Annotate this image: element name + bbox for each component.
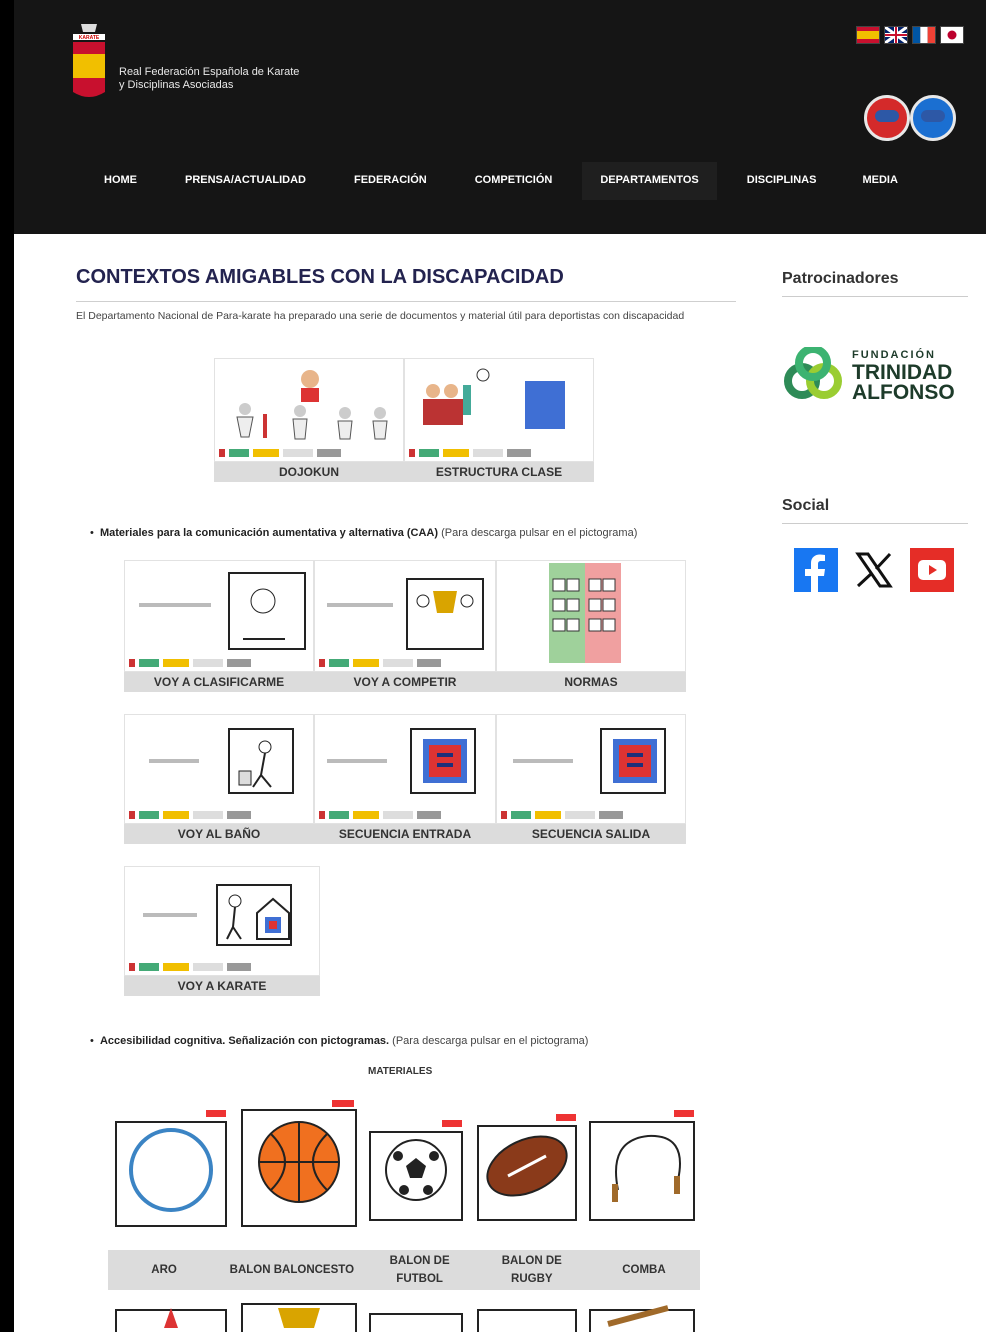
voy-al-bano-pictogram[interactable]	[124, 714, 314, 824]
nav-media[interactable]: MEDIA	[844, 162, 915, 200]
rfek-crest-logo[interactable]: KARATE	[69, 22, 109, 102]
sponsors-title: Patrocinadores	[782, 270, 968, 297]
federation-name-line1: Real Federación Española de Karate	[119, 66, 300, 78]
social-title: Social	[782, 497, 968, 524]
nav-disciplinas[interactable]: DISCIPLINAS	[729, 162, 835, 200]
balon-baloncesto-pictogram[interactable]	[241, 1100, 357, 1227]
secuencia-entrada-pictogram[interactable]	[314, 714, 496, 824]
top-cards: DOJOKUN ESTRUCTURA CLASE	[214, 358, 594, 482]
nav-prensa[interactable]: PRENSA/ACTUALIDAD	[167, 162, 324, 200]
accesibilidad-bullet-title: Accesibilidad cognitiva. Señalización co…	[99, 1035, 390, 1047]
voy-a-clasificarme-pictogram[interactable]	[124, 560, 314, 672]
page-title: CONTEXTOS AMIGABLES CON LA DISCAPACIDAD	[76, 266, 736, 302]
logos-strip	[129, 963, 315, 973]
materiales-subtitle: MATERIALES	[368, 1066, 433, 1077]
nav-competicion[interactable]: COMPETICIÓN	[457, 162, 571, 200]
secuencia-salida-pictogram[interactable]	[496, 714, 686, 824]
bullet-dot: •	[90, 1035, 100, 1047]
normas-caption[interactable]: NORMAS	[496, 672, 686, 692]
sponsor-line1: FUNDACIÓN	[852, 349, 936, 361]
dojokun-illustration	[236, 370, 388, 440]
materiales-next-row	[115, 1303, 695, 1332]
logos-strip	[409, 449, 589, 459]
balon-futbol-pictogram[interactable]	[369, 1120, 463, 1221]
logos-strip	[501, 811, 681, 821]
secuencia-salida-illustration	[513, 728, 666, 794]
balon-rugby-pictogram[interactable]	[477, 1114, 577, 1221]
nav-home[interactable]: HOME	[86, 162, 155, 200]
main-nav: HOME PRENSA/ACTUALIDAD FEDERACIÓN COMPET…	[14, 162, 986, 200]
flag-spain-icon[interactable]	[856, 26, 880, 44]
flag-japan-icon[interactable]	[940, 26, 964, 44]
page-frame: KARATE Real Federación Española de Karat…	[14, 0, 986, 1332]
site-header: KARATE Real Federación Española de Karat…	[14, 0, 986, 234]
voy-a-competir-illustration	[327, 578, 484, 650]
logos-strip	[129, 811, 309, 821]
comba-pictogram[interactable]	[589, 1110, 695, 1221]
aro-pictogram[interactable]	[115, 1110, 227, 1227]
balon-rugby-caption[interactable]: BALON DE RUGBY	[476, 1250, 588, 1290]
bullet-dot: •	[90, 527, 100, 539]
federation-name[interactable]: Real Federación Española de Karate y Dis…	[119, 66, 299, 92]
secuencia-entrada-illustration	[327, 728, 476, 794]
accesibilidad-bullet-note: (Para descarga pulsar en el pictograma)	[392, 1035, 589, 1047]
voy-a-karate-pictogram[interactable]	[124, 866, 320, 976]
voy-a-competir-pictogram[interactable]	[314, 560, 496, 672]
dojokun-caption[interactable]: DOJOKUN	[214, 462, 404, 482]
voy-a-karate-caption[interactable]: VOY A KARATE	[124, 976, 320, 996]
caa-bullet-title: Materiales para la comunicación aumentat…	[99, 527, 439, 539]
logos-strip	[219, 449, 399, 459]
youtube-icon[interactable]	[910, 548, 954, 592]
voy-al-bano-illustration	[149, 728, 294, 794]
voy-a-clasificarme-caption[interactable]: VOY A CLASIFICARME	[124, 672, 314, 692]
nav-federacion[interactable]: FEDERACIÓN	[336, 162, 445, 200]
logos-strip	[319, 659, 491, 669]
materiales-pictograms	[115, 1100, 695, 1227]
language-selector	[856, 26, 964, 44]
comba-caption[interactable]: COMBA	[588, 1250, 700, 1290]
flag-uk-icon[interactable]	[884, 26, 908, 44]
caa-bullet: • Materiales para la comunicación aument…	[90, 527, 637, 539]
nav-departamentos[interactable]: DEPARTAMENTOS	[582, 162, 717, 200]
balon-baloncesto-caption[interactable]: BALON BALONCESTO	[220, 1250, 363, 1290]
secuencia-salida-caption[interactable]: SECUENCIA SALIDA	[496, 824, 686, 844]
estructura-clase-caption[interactable]: ESTRUCTURA CLASE	[404, 462, 594, 482]
voy-a-clasificarme-illustration	[139, 572, 306, 650]
main-content: CONTEXTOS AMIGABLES CON LA DISCAPACIDAD …	[76, 252, 736, 326]
normas-pictogram[interactable]	[496, 560, 686, 672]
caa-row-2: VOY AL BAÑO SECUENCIA ENTRADA SECUENCIA …	[124, 714, 686, 844]
dojokun-pictogram[interactable]	[214, 358, 404, 462]
wkf-logo-icon[interactable]	[864, 95, 910, 141]
intro-text: El Departamento Nacional de Para-karate …	[76, 310, 685, 322]
sponsor-line3: ALFONSO	[852, 381, 955, 404]
voy-a-karate-illustration	[143, 884, 292, 946]
federation-name-line2: y Disciplinas Asociadas	[119, 79, 234, 91]
wkf-para-logo-icon[interactable]	[910, 95, 956, 141]
fundacion-trinidad-alfonso-logo[interactable]: FUNDACIÓN TRINIDAD ALFONSO	[782, 345, 972, 415]
secuencia-entrada-caption[interactable]: SECUENCIA ENTRADA	[314, 824, 496, 844]
trinidad-logo-icon	[784, 347, 842, 399]
logos-strip	[319, 811, 491, 821]
logos-strip	[129, 659, 309, 669]
normas-illustration	[549, 563, 621, 663]
voy-a-competir-caption[interactable]: VOY A COMPETIR	[314, 672, 496, 692]
voy-al-bano-caption[interactable]: VOY AL BAÑO	[124, 824, 314, 844]
x-icon[interactable]	[852, 548, 896, 592]
accesibilidad-bullet: • Accesibilidad cognitiva. Señalización …	[90, 1035, 588, 1047]
sponsor-line2: TRINIDAD	[852, 361, 953, 384]
svg-text:KARATE: KARATE	[79, 35, 100, 41]
estructura-clase-illustration	[423, 368, 565, 429]
caa-row-3: VOY A KARATE	[124, 866, 320, 996]
flag-france-icon[interactable]	[912, 26, 936, 44]
caa-row-1: VOY A CLASIFICARME VOY A COMPETIR NORMAS	[124, 560, 686, 692]
facebook-icon[interactable]	[794, 548, 838, 592]
balon-futbol-caption[interactable]: BALON DE FUTBOL	[364, 1250, 476, 1290]
materiales-caption-row: ARO BALON BALONCESTO BALON DE FUTBOL BAL…	[108, 1250, 700, 1290]
estructura-clase-pictogram[interactable]	[404, 358, 594, 462]
caa-bullet-note: (Para descarga pulsar en el pictograma)	[441, 527, 638, 539]
aro-caption[interactable]: ARO	[108, 1250, 220, 1290]
